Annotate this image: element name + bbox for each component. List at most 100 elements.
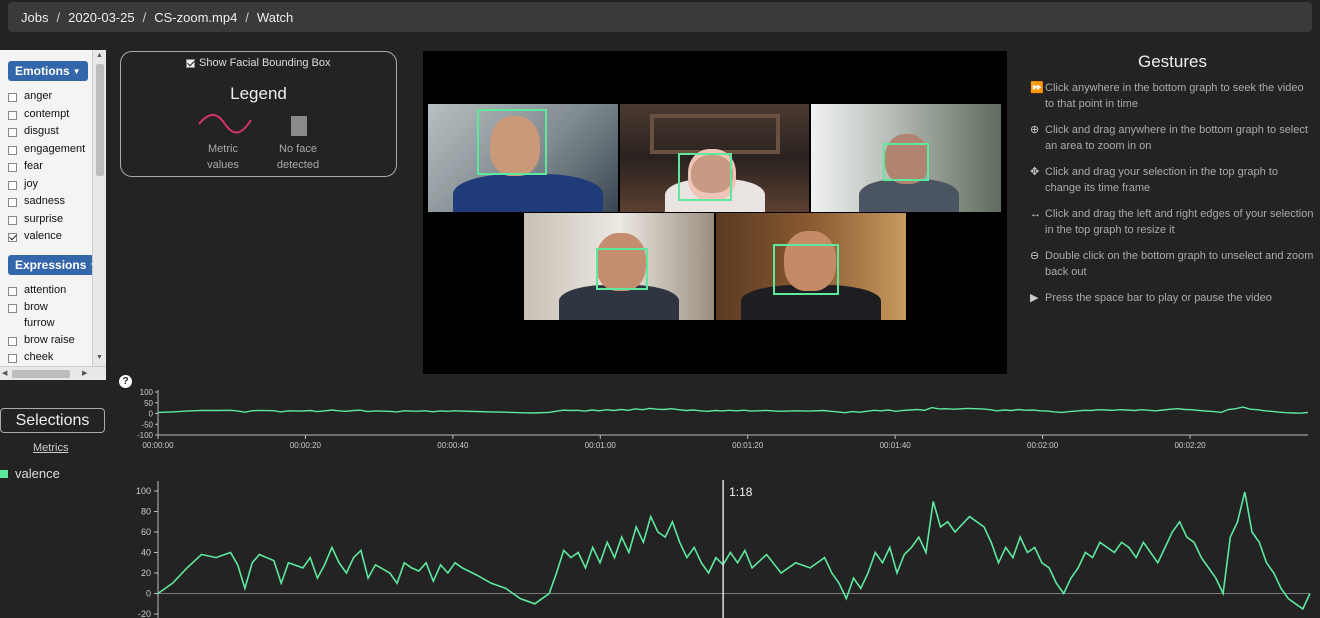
scrollbar-thumb[interactable] xyxy=(96,64,104,176)
scroll-right-icon[interactable]: ▶ xyxy=(82,369,87,377)
overview-chart[interactable]: 100 50 0-50 -10000:00:00 00:00:20 00:00:40 00:… xyxy=(120,384,1315,456)
face-bounding-box xyxy=(477,109,547,175)
selected-metric: valence xyxy=(0,466,60,481)
scrollbar-thumb[interactable] xyxy=(12,370,70,378)
checkbox[interactable] xyxy=(8,163,17,172)
caret-down-icon: ▼ xyxy=(72,66,81,76)
gesture-item: ⊖ Double click on the bottom graph to uns… xyxy=(1030,248,1315,280)
emotion-fear[interactable]: fear xyxy=(8,160,43,172)
vertical-scrollbar[interactable]: ▲ ▼ xyxy=(92,50,106,366)
checkbox[interactable] xyxy=(8,287,17,296)
emotion-valence[interactable]: valence xyxy=(8,230,62,242)
breadcrumb-jobs[interactable]: Jobs xyxy=(21,10,48,25)
x-tick-label: 00:02:00 xyxy=(1027,441,1059,450)
legend-panel: Show Facial Bounding Box Legend Metric v… xyxy=(120,51,397,177)
face-bounding-box xyxy=(773,244,839,295)
video-tile xyxy=(524,213,714,320)
y-tick-label: 100 xyxy=(136,486,151,496)
checkbox[interactable] xyxy=(8,304,17,313)
scroll-down-icon[interactable]: ▼ xyxy=(96,354,103,361)
emotion-engagement[interactable]: engagement xyxy=(8,143,85,155)
selections-button[interactable]: Selections xyxy=(0,408,105,433)
breadcrumb-separator: / xyxy=(56,9,61,25)
gesture-text: Click and drag the left and right edges … xyxy=(1045,208,1314,236)
no-face-label-line: No face xyxy=(279,143,317,155)
checkbox-checked[interactable] xyxy=(8,233,17,242)
gesture-text: Double click on the bottom graph to unse… xyxy=(1045,250,1314,278)
x-tick-label: 00:00:20 xyxy=(290,441,322,450)
scroll-left-icon[interactable]: ◀ xyxy=(2,369,7,377)
zoom-in-icon: ⊕ xyxy=(1030,124,1040,136)
expression-cheek[interactable]: cheek xyxy=(8,351,53,363)
checkbox[interactable] xyxy=(8,110,17,120)
emotion-disgust[interactable]: disgust xyxy=(8,125,59,137)
video-player[interactable] xyxy=(423,51,1007,374)
emotion-label: disgust xyxy=(24,125,59,137)
video-tile xyxy=(716,213,906,320)
x-tick-label: 00:00:00 xyxy=(142,441,174,450)
emotions-dropdown-label: Emotions xyxy=(15,64,70,78)
expression-brow-raise[interactable]: brow raise xyxy=(8,334,75,346)
gesture-item: ▶ Press the space bar to play or pause th… xyxy=(1030,290,1315,306)
checkbox[interactable] xyxy=(8,215,17,225)
checkbox[interactable] xyxy=(8,93,17,102)
checkbox[interactable] xyxy=(8,180,17,190)
gestures-panel: Gestures ⏩ Click anywhere in the bottom g… xyxy=(1030,50,1315,316)
y-tick-label: 100 xyxy=(140,388,154,397)
emotion-label: fear xyxy=(24,160,43,172)
y-tick-label: 40 xyxy=(141,548,151,558)
emotion-anger[interactable]: anger xyxy=(8,90,52,102)
emotions-dropdown[interactable]: Emotions ▼ xyxy=(8,61,88,81)
checkbox[interactable] xyxy=(8,354,17,363)
metrics-sidebar: Emotions ▼ anger contempt disgust engage… xyxy=(0,50,106,380)
face-bounding-box xyxy=(678,153,732,201)
y-tick-label: 50 xyxy=(144,399,153,408)
checkbox-checked[interactable] xyxy=(186,58,195,68)
breadcrumb-file[interactable]: CS-zoom.mp4 xyxy=(154,10,237,25)
gesture-text: Press the space bar to play or pause the… xyxy=(1045,292,1272,304)
emotion-sadness[interactable]: sadness xyxy=(8,195,65,207)
x-tick-label: 00:01:00 xyxy=(585,441,617,450)
bounding-box-toggle[interactable]: Show Facial Bounding Box xyxy=(186,57,330,69)
playhead-time-label: 1:18 xyxy=(729,485,753,499)
metric-label-line: Metric xyxy=(208,143,238,155)
valence-overview-line xyxy=(157,406,1309,414)
metrics-link[interactable]: Metrics xyxy=(33,442,68,454)
x-tick-label: 00:00:40 xyxy=(437,441,469,450)
y-tick-label: -100 xyxy=(137,431,154,440)
horizontal-scrollbar[interactable]: ◀ ▶ xyxy=(0,366,106,380)
detail-chart[interactable]: 100 80 60 40 20 0 -20 1:18 xyxy=(120,476,1315,618)
gesture-item: ✥ Click and drag your selection in the to… xyxy=(1030,164,1315,196)
checkbox[interactable] xyxy=(8,337,17,346)
x-tick-label: 00:01:20 xyxy=(732,441,764,450)
expression-label: attention xyxy=(24,284,67,296)
no-face-label: No face detected xyxy=(267,141,329,173)
emotion-surprise[interactable]: surprise xyxy=(8,213,63,225)
video-tile xyxy=(620,104,809,212)
checkbox[interactable] xyxy=(8,145,17,155)
scroll-up-icon[interactable]: ▲ xyxy=(96,52,103,59)
checkbox[interactable] xyxy=(8,128,17,137)
emotion-contempt[interactable]: contempt xyxy=(8,108,69,120)
expressions-dropdown-label: Expressions xyxy=(15,258,87,272)
emotion-label: valence xyxy=(24,230,62,242)
x-tick-label: 00:01:40 xyxy=(880,441,912,450)
gesture-item: ⊕ Click and drag anywhere in the bottom g… xyxy=(1030,122,1315,154)
gesture-text: Click and drag anywhere in the bottom gr… xyxy=(1045,124,1308,152)
face-bounding-box xyxy=(883,143,929,181)
breadcrumb-date[interactable]: 2020-03-25 xyxy=(68,10,135,25)
video-tile xyxy=(428,104,618,212)
expressions-dropdown[interactable]: Expressions ▼ xyxy=(8,255,92,275)
play-icon: ▶ xyxy=(1030,292,1039,304)
emotion-label: anger xyxy=(24,90,53,102)
checkbox[interactable] xyxy=(8,198,17,207)
y-tick-label: 20 xyxy=(141,568,151,578)
emotion-label: joy xyxy=(24,177,39,190)
expression-brow-furrow[interactable]: brow furrow xyxy=(8,301,68,331)
emotion-label: sadness xyxy=(24,195,65,207)
y-tick-label: -50 xyxy=(141,420,153,429)
bounding-box-toggle-label: Show Facial Bounding Box xyxy=(199,57,331,69)
breadcrumb: Jobs / 2020-03-25 / CS-zoom.mp4 / Watch xyxy=(8,2,1312,32)
emotion-joy[interactable]: joy xyxy=(8,178,38,190)
expression-attention[interactable]: attention xyxy=(8,284,66,296)
